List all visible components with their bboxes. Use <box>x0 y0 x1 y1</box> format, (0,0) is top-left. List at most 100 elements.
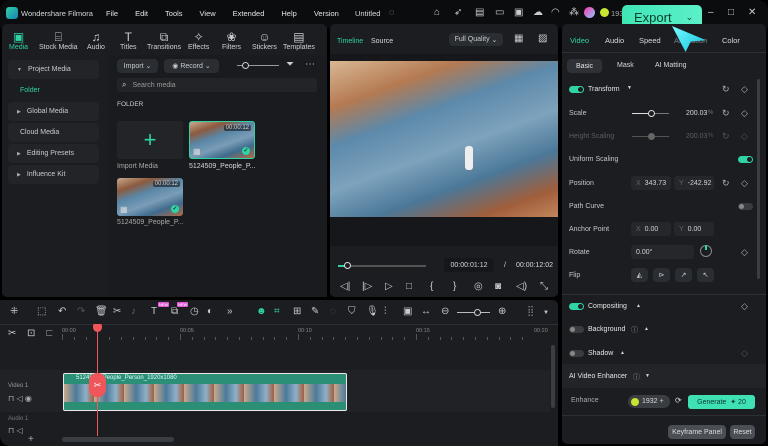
quality-dropdown[interactable]: Full Quality ⌄ <box>449 33 503 46</box>
tab-templates[interactable]: ▤ Templates <box>283 30 315 51</box>
tab-color[interactable]: Color <box>722 36 740 45</box>
marker-icon[interactable]: ⊞ <box>293 306 301 317</box>
shadow-toggle[interactable] <box>569 350 584 357</box>
tab-video[interactable]: Video <box>570 36 589 45</box>
scrollbar[interactable] <box>757 79 760 279</box>
generate-button[interactable]: Generate ✦ 20 <box>688 395 755 409</box>
import-dropdown[interactable]: Import ⌄ <box>117 59 158 73</box>
menu-tools[interactable]: Tools <box>165 9 183 18</box>
fullscreen-icon[interactable]: ⤡ <box>540 281 548 292</box>
tab-speed[interactable]: Speed <box>639 36 661 45</box>
snap-icon[interactable]: ⌗ <box>274 306 280 317</box>
menu-edit[interactable]: Edit <box>135 9 148 18</box>
caret-down-icon[interactable]: ▼ <box>627 85 632 91</box>
mark-out-icon[interactable]: } <box>453 281 456 292</box>
help-icon[interactable]: ⓘ <box>631 325 638 335</box>
reset-icon[interactable]: ↻ <box>722 108 730 119</box>
tab-stock-media[interactable]: ⌸ Stock Media <box>39 30 78 52</box>
keyframe-icon[interactable]: ◇ <box>741 108 748 119</box>
delete-icon[interactable]: 🗑 <box>95 306 108 317</box>
layout-grid-icon[interactable]: ⁜ <box>10 306 18 317</box>
crop-icon[interactable]: ⧉ <box>171 306 178 317</box>
sidebar-item-global-media[interactable]: ▶ Global Media <box>8 102 99 121</box>
support-icon[interactable]: ◠ <box>551 7 560 18</box>
anchor-x-input[interactable]: X 0.00 <box>631 222 671 236</box>
text-to-speech-icon[interactable]: T <box>151 306 157 317</box>
sidebar-item-influence-kit[interactable]: ▶ Influence Kit <box>8 165 99 184</box>
volume-icon[interactable]: ◁) <box>516 281 527 292</box>
scale-value[interactable]: 200.03 <box>686 110 707 117</box>
sidebar-item-folder[interactable]: Folder <box>20 87 40 94</box>
tab-titles[interactable]: T Titles <box>120 30 136 51</box>
keyframe-icon[interactable]: ◇ <box>741 84 748 95</box>
more-icon[interactable]: ⋯ <box>305 59 315 70</box>
reset-icon[interactable]: ↻ <box>722 84 730 95</box>
rotate-dial[interactable] <box>700 245 712 257</box>
save-icon[interactable]: ▣ <box>514 7 523 18</box>
menu-help[interactable]: Help <box>281 9 296 18</box>
caret-up-icon[interactable]: ▲ <box>636 303 641 309</box>
next-frame-icon[interactable]: |▷ <box>362 281 372 292</box>
split-icon[interactable]: ✂ <box>113 306 121 317</box>
mic-icon[interactable]: 🎙 <box>366 306 379 317</box>
scale-slider[interactable] <box>632 110 669 117</box>
horizontal-scrollbar[interactable] <box>62 437 174 442</box>
caret-up-icon[interactable]: ▲ <box>644 326 649 332</box>
keyframe-icon[interactable]: ◇ <box>741 247 748 258</box>
zoom-out-icon[interactable]: ⊖ <box>441 306 449 317</box>
compositing-toggle[interactable] <box>569 303 584 310</box>
subtab-basic[interactable]: Basic <box>567 59 602 73</box>
send-icon[interactable]: ➶ <box>454 7 462 18</box>
gift-icon[interactable]: ⌂ <box>434 7 440 18</box>
snapshot-icon[interactable]: ▨ <box>538 33 547 44</box>
filter-icon[interactable]: ⏷ <box>286 59 294 70</box>
sidebar-item-project-media[interactable]: ▼ Project Media <box>8 60 99 79</box>
track-manage-icon[interactable]: ⊏ <box>45 328 53 339</box>
background-toggle[interactable] <box>569 326 584 333</box>
reset-button[interactable]: Reset <box>730 425 755 439</box>
lock-icon[interactable]: ⊓ ◁ ◉ <box>8 394 32 403</box>
thumbnail-size-slider[interactable] <box>237 62 279 69</box>
undo-icon[interactable]: ↶ <box>58 306 66 317</box>
audio-track-controls-icon[interactable]: ⊓ ◁ <box>8 426 23 435</box>
pip-icon[interactable]: ▣ <box>403 306 412 317</box>
menu-view[interactable]: View <box>200 9 216 18</box>
path-curve-toggle[interactable] <box>738 203 753 210</box>
apps-icon[interactable]: ⁂ <box>569 7 579 18</box>
unlink-icon[interactable]: ✂ <box>8 328 16 339</box>
subtab-ai-matting[interactable]: AI Matting <box>655 62 687 69</box>
more-tools-icon[interactable]: » <box>227 306 233 317</box>
menu-file[interactable]: File <box>106 9 118 18</box>
vertical-scrollbar[interactable] <box>551 345 555 408</box>
sidebar-item-cloud-media[interactable]: Cloud Media <box>8 123 99 142</box>
ai-icon[interactable]: ☻ <box>256 306 267 317</box>
rotate-ccw-button[interactable]: ↖ <box>697 268 714 282</box>
rotate-input[interactable]: 0.00° <box>631 245 694 259</box>
keyframe-panel-button[interactable]: Keyframe Panel <box>668 425 726 439</box>
render-icon[interactable]: ◎ <box>474 281 483 292</box>
cloud-icon[interactable]: ☁ <box>533 7 543 18</box>
stop-icon[interactable]: □ <box>406 281 412 292</box>
help-icon[interactable]: ⓘ <box>633 372 640 382</box>
tab-stickers[interactable]: ☺ Stickers <box>252 30 277 51</box>
minimize-icon[interactable]: – <box>708 7 714 18</box>
position-x-input[interactable]: X 343.73 <box>631 176 671 190</box>
anchor-y-input[interactable]: Y 0.00 <box>674 222 714 236</box>
maximize-icon[interactable]: □ <box>728 7 734 18</box>
import-media-button[interactable]: + <box>117 121 183 159</box>
mixer-icon[interactable]: ⫶ <box>384 306 387 317</box>
link-icon[interactable]: ⊡ <box>27 328 35 339</box>
record-dropdown[interactable]: ◉ Record ⌄ <box>164 59 219 73</box>
track-layout-icon[interactable]: ⣿ <box>527 306 534 317</box>
add-track-icon[interactable]: + <box>28 434 34 445</box>
transform-toggle[interactable] <box>569 86 584 93</box>
mark-in-icon[interactable]: { <box>430 281 433 292</box>
speed-icon[interactable]: ◷ <box>190 306 199 317</box>
tasks-icon[interactable]: ▤ <box>475 7 484 18</box>
grid-icon[interactable]: ▦ <box>514 33 523 44</box>
shield-icon[interactable]: ⛉ <box>348 306 356 317</box>
zoom-in-icon[interactable]: ⊕ <box>498 306 506 317</box>
flip-vertical-button[interactable]: ⊳ <box>653 268 670 282</box>
layout-icon[interactable]: ▭ <box>495 7 504 18</box>
tab-audio-props[interactable]: Audio <box>605 36 624 45</box>
